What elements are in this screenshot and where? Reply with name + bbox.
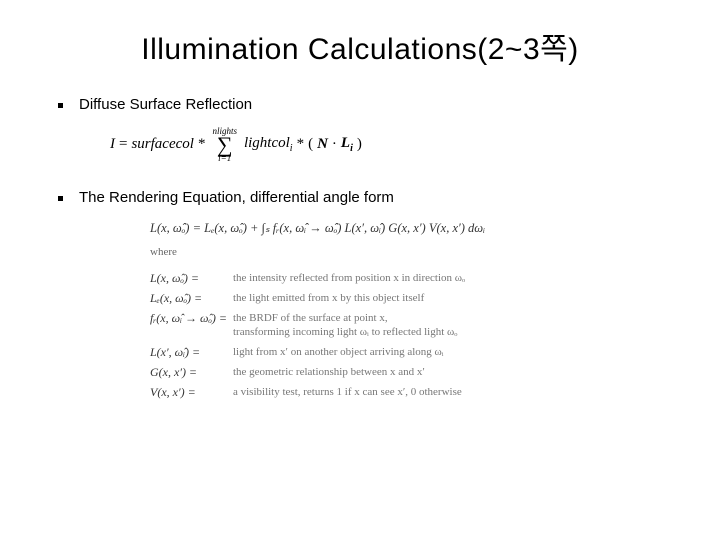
def-rhs: the geometric relationship between x and…	[233, 365, 465, 380]
def-rhs: a visibility test, returns 1 if x can se…	[233, 385, 465, 400]
def-rhs: the intensity reflected from position x …	[233, 271, 465, 286]
def-lhs: fᵣ(x, ω̂ᵢ → ω̂ₒ) =	[150, 311, 233, 341]
where-label: where	[150, 246, 680, 258]
def-rhs: the BRDF of the surface at point x,trans…	[233, 311, 465, 341]
def-lhs: L(x, ω̂ₒ) =	[150, 271, 233, 286]
eq1-L: L	[341, 135, 350, 151]
def-row: Lₑ(x, ω̂ₒ) = the light emitted from x by…	[150, 291, 465, 306]
bullet-1: Diffuse Surface Reflection	[58, 96, 680, 113]
definitions-table: L(x, ω̂ₒ) = the intensity reflected from…	[150, 266, 465, 406]
eq1-sub-i2: i	[350, 143, 353, 154]
def-rhs: light from x′ on another object arriving…	[233, 345, 465, 360]
eq1-rparen: )	[357, 136, 362, 153]
def-row: G(x, x′) = the geometric relationship be…	[150, 365, 465, 380]
bullet-dot-icon	[58, 196, 63, 201]
sum-lower: i=1	[218, 154, 231, 163]
slide-title: Illumination Calculations(2~3쪽)	[40, 24, 680, 68]
summation-icon: nlights ∑ i=1	[212, 127, 237, 163]
eq1-surfacecol: surfacecol	[131, 136, 193, 153]
def-lhs: G(x, x′) =	[150, 365, 233, 380]
eq1-star2: *	[297, 136, 305, 153]
eq1-star1: *	[198, 136, 206, 153]
eq1-lparen: (	[308, 136, 313, 153]
rendering-equation-main: L(x, ω̂ₒ) = Lₑ(x, ω̂ₒ) + ∫ₛ fᵣ(x, ω̂ᵢ → …	[150, 220, 680, 236]
def-lhs: V(x, x′) =	[150, 385, 233, 400]
bullet-2-text: The Rendering Equation, differential ang…	[79, 189, 394, 206]
def-row: V(x, x′) = a visibility test, returns 1 …	[150, 385, 465, 400]
equation-diffuse: I = surfacecol * nlights ∑ i=1 lightcoli…	[110, 127, 680, 163]
eq1-lightcol: lightcol	[244, 135, 290, 151]
eq1-I: I	[110, 136, 115, 153]
def-row: L(x′, ω̂ᵢ) = light from x′ on another ob…	[150, 345, 465, 360]
bullet-dot-icon	[58, 103, 63, 108]
def-lhs: L(x′, ω̂ᵢ) =	[150, 345, 233, 360]
def-row: fᵣ(x, ω̂ᵢ → ω̂ₒ) = the BRDF of the surfa…	[150, 311, 465, 341]
bullet-2: The Rendering Equation, differential ang…	[58, 189, 680, 206]
bullet-1-text: Diffuse Surface Reflection	[79, 96, 252, 113]
eq1-N: N	[317, 136, 328, 153]
eq1-dot: ·	[332, 136, 337, 153]
def-row: L(x, ω̂ₒ) = the intensity reflected from…	[150, 271, 465, 286]
sum-symbol: ∑	[217, 136, 233, 154]
def-rhs: the light emitted from x by this object …	[233, 291, 465, 306]
def-lhs: Lₑ(x, ω̂ₒ) =	[150, 291, 233, 306]
equation-rendering: L(x, ω̂ₒ) = Lₑ(x, ω̂ₒ) + ∫ₛ fᵣ(x, ω̂ᵢ → …	[150, 220, 680, 406]
eq1-sub-i: i	[290, 143, 293, 154]
eq1-equals: =	[119, 136, 127, 153]
